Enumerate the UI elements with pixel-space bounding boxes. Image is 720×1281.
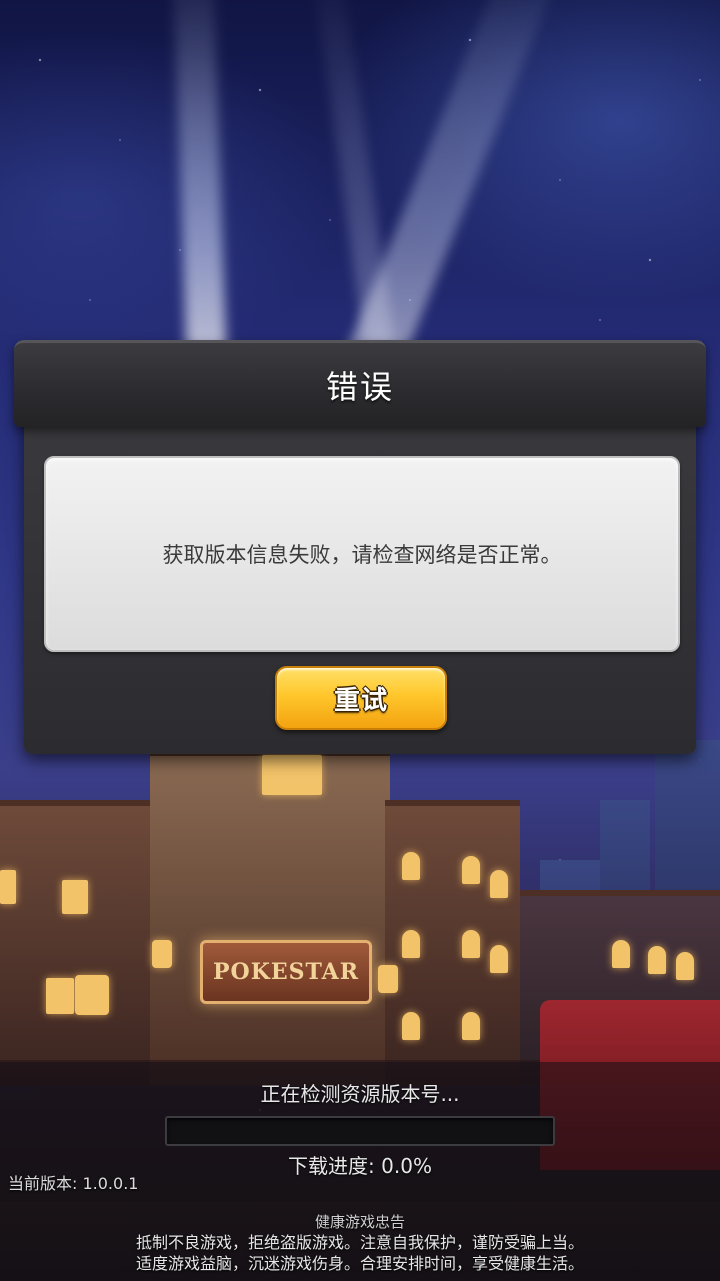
theater-sign: POKESTAR — [200, 940, 372, 1004]
lit-window — [402, 852, 420, 880]
download-progress-bar — [165, 1116, 555, 1146]
building-left — [0, 800, 150, 1086]
retry-button-label: 重试 — [333, 685, 388, 716]
lit-window — [462, 856, 480, 884]
lit-window — [462, 1012, 480, 1040]
lit-window — [402, 1012, 420, 1040]
theater-building — [150, 750, 390, 1086]
lit-window — [462, 930, 480, 958]
theater-sign-text: POKESTAR — [212, 959, 359, 985]
lit-window — [676, 952, 694, 980]
wall-lamp — [152, 940, 172, 968]
health-notice-title: 健康游戏忠告 — [314, 1213, 405, 1231]
lit-window — [62, 880, 88, 914]
lit-window — [490, 945, 508, 973]
lit-window — [46, 978, 74, 1014]
lit-window — [262, 755, 322, 795]
wall-lamp — [378, 965, 398, 993]
current-version: 当前版本: 1.0.0.1 — [8, 1174, 139, 1193]
health-notice-line: 抵制不良游戏，拒绝盗版游戏。注意自我保护，谨防受骗上当。 — [135, 1233, 584, 1252]
lit-window — [0, 870, 16, 904]
dialog-body: 获取版本信息失败，请检查网络是否正常。 重试 — [24, 410, 696, 754]
lit-window — [402, 930, 420, 958]
message-box: 获取版本信息失败，请检查网络是否正常。 — [44, 456, 680, 652]
error-message: 获取版本信息失败，请检查网络是否正常。 — [162, 543, 562, 567]
lit-window — [490, 870, 508, 898]
error-dialog: 获取版本信息失败，请检查网络是否正常。 重试 错误 — [14, 340, 706, 754]
health-notice: 健康游戏忠告 抵制不良游戏，拒绝盗版游戏。注意自我保护，谨防受骗上当。 适度游戏… — [0, 1212, 720, 1274]
dialog-title: 错误 — [325, 368, 394, 406]
dialog-header: 错误 — [14, 340, 706, 427]
street-lamp — [75, 975, 109, 1015]
health-notice-line: 适度游戏益脑，沉迷游戏伤身。合理安排时间，享受健康生活。 — [135, 1254, 584, 1273]
retry-button[interactable]: 重试 — [275, 666, 447, 730]
lit-window — [648, 946, 666, 974]
lit-window — [612, 940, 630, 968]
loading-status-text: 正在检测资源版本号... — [260, 1082, 460, 1106]
